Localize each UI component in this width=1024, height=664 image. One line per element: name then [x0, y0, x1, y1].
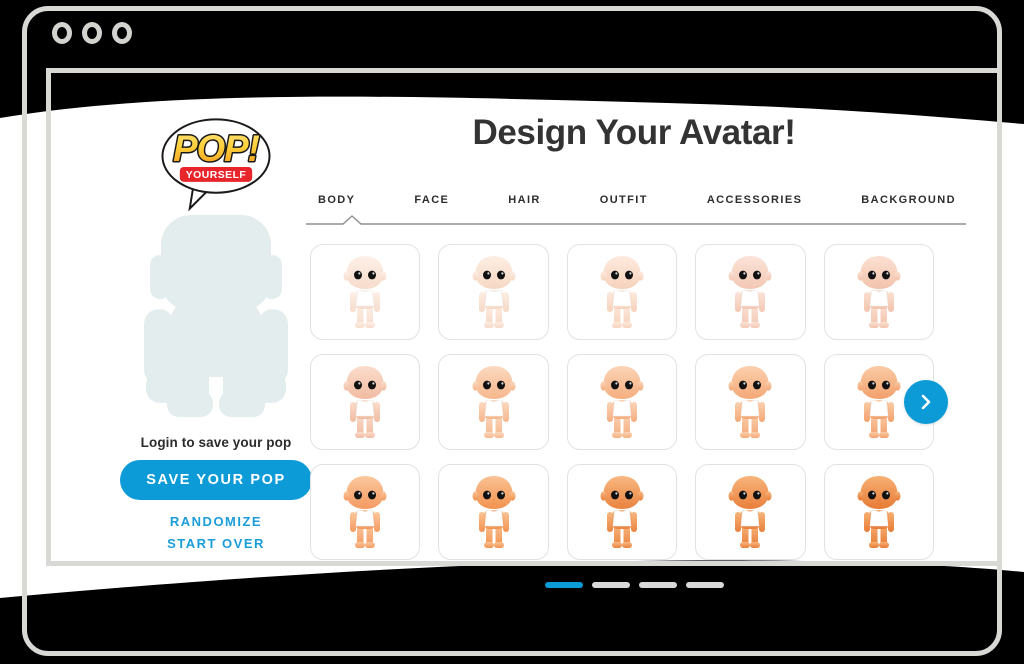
window-dot-close-icon[interactable]: [52, 22, 72, 44]
avatar-thumbnail: [343, 366, 387, 438]
tab-outfit[interactable]: OUTFIT: [598, 194, 650, 215]
avatar-thumbnail: [600, 476, 644, 548]
option-grid: [310, 244, 948, 560]
pagination-dash-4[interactable]: [685, 582, 724, 588]
login-prompt: Login to save your pop: [140, 435, 292, 450]
svg-text:YOURSELF: YOURSELF: [186, 170, 247, 181]
pagination-dash-3[interactable]: [638, 582, 677, 588]
avatar-thumbnail: [728, 256, 772, 328]
option-cell-body-6[interactable]: [310, 354, 421, 450]
option-cell-body-3[interactable]: [566, 244, 678, 340]
option-cell-body-8[interactable]: [566, 354, 678, 450]
page-title: Design Your Avatar!: [472, 113, 796, 152]
avatar-thumbnail: [343, 256, 387, 328]
avatar-thumbnail: [600, 366, 644, 438]
avatar-thumbnail: [857, 476, 901, 548]
save-your-pop-button[interactable]: SAVE YOUR POP: [120, 460, 312, 500]
next-page-button[interactable]: [904, 380, 948, 424]
avatar-thumbnail: [472, 366, 516, 438]
window-dot-maximize-icon[interactable]: [112, 22, 132, 44]
start-over-link[interactable]: START OVER: [167, 536, 265, 551]
pop-yourself-logo: POP! YOURSELF: [161, 118, 271, 212]
pagination-dash-1[interactable]: [544, 582, 583, 588]
category-tabs: BODY FACE HAIR OUTFIT ACCESSORIES BACKGROUND: [316, 194, 958, 215]
tab-face[interactable]: FACE: [412, 194, 451, 215]
tab-underline: [306, 215, 966, 226]
option-cell-body-5[interactable]: [823, 244, 934, 340]
window-controls: [52, 22, 132, 44]
option-cell-body-14[interactable]: [695, 464, 806, 560]
avatar-silhouette-placeholder: [144, 215, 288, 417]
avatar-thumbnail: [728, 366, 772, 438]
option-cell-body-11[interactable]: [310, 464, 421, 560]
chevron-right-icon: [921, 394, 931, 410]
tab-background[interactable]: BACKGROUND: [859, 194, 958, 215]
designer-panel: Design Your Avatar! BODY FACE HAIR OUTFIT AC…: [304, 97, 966, 588]
avatar-thumbnail: [472, 476, 516, 548]
tab-accessories[interactable]: ACCESSORIES: [705, 194, 804, 215]
avatar-thumbnail: [343, 476, 387, 548]
svg-text:POP!: POP!: [173, 128, 259, 169]
tab-body[interactable]: BODY: [316, 194, 357, 215]
window-dot-minimize-icon[interactable]: [82, 22, 102, 44]
tab-hair[interactable]: HAIR: [506, 194, 543, 215]
option-cell-body-13[interactable]: [566, 464, 678, 560]
avatar-thumbnail: [600, 256, 644, 328]
option-cell-body-7[interactable]: [438, 354, 549, 450]
avatar-thumbnail: [857, 366, 901, 438]
avatar-thumbnail: [857, 256, 901, 328]
app-content: POP! YOURSELF Login to save your pop SAV…: [46, 73, 997, 588]
avatar-thumbnail: [472, 256, 516, 328]
option-cell-body-4[interactable]: [695, 244, 806, 340]
option-cell-body-1[interactable]: [310, 244, 421, 340]
randomize-link[interactable]: RANDOMIZE: [170, 514, 262, 529]
option-cell-body-15[interactable]: [823, 464, 934, 560]
option-cell-body-9[interactable]: [695, 354, 806, 450]
avatar-thumbnail: [728, 476, 772, 548]
option-cell-body-12[interactable]: [438, 464, 549, 560]
pagination-dash-2[interactable]: [591, 582, 630, 588]
pagination: [304, 582, 964, 588]
option-cell-body-2[interactable]: [438, 244, 549, 340]
screenshot-stage: POP! YOURSELF Login to save your pop SAV…: [0, 0, 1024, 664]
